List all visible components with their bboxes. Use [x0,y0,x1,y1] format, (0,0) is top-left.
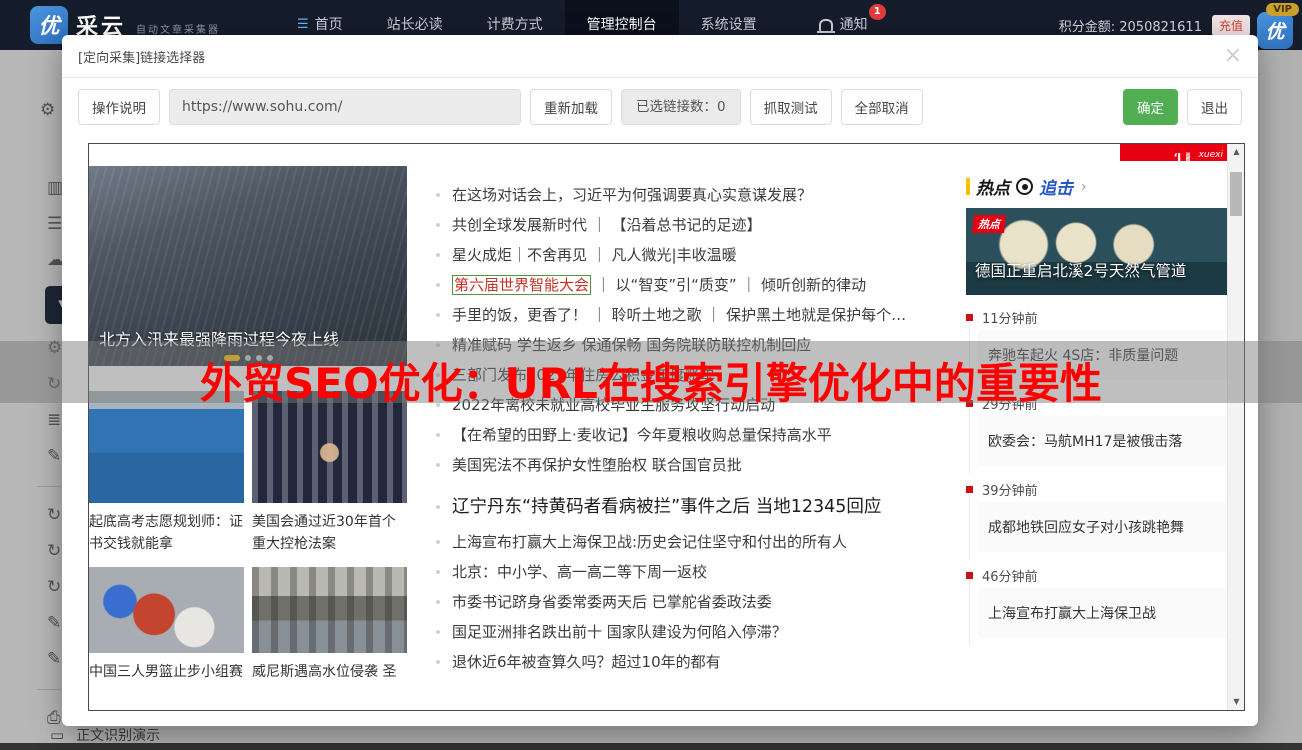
photo-caption: 威尼斯遇高水位侵袭 圣 [252,661,407,683]
photo-card[interactable]: 美国会通过近30年首个重大控枪法案 [252,391,407,555]
target-icon [1016,178,1033,195]
hot-section-header[interactable]: 热点 追击 › [966,174,1228,199]
venice-image [252,567,407,653]
chevron-right-icon: › [1081,179,1087,195]
timeline-bullet-icon [966,486,973,493]
hot-lead-story[interactable]: 热点 德国正重启北溪2号天然气管道 [966,208,1228,295]
navbar-right: 积分金额: 2050821611 充值 [1059,15,1250,36]
hot-item-time: 46分钟前 [982,566,1038,585]
hot-lead-title: 德国正重启北溪2号天然气管道 [975,259,1186,281]
timeline-bullet-icon [966,314,973,321]
grab-test-button[interactable]: 抓取测试 [750,89,832,125]
photo-card[interactable]: 中国三人男篮止步小组赛 [89,567,244,683]
hot-item-time: 39分钟前 [982,480,1038,499]
news-headline[interactable]: 星火成炬｜不舍再见 ｜ 凡人微光|丰收温暖 [434,240,969,270]
vip-corner-logo[interactable]: 优 VIP [1257,3,1299,49]
photo-grid-row: 中国三人男篮止步小组赛威尼斯遇高水位侵袭 圣 [89,567,407,683]
webview-scrollbar[interactable]: ▲ ▼ [1227,144,1244,710]
hot-item-title[interactable]: 上海宣布打赢大上海保卫战 [978,588,1228,638]
scroll-up-arrow[interactable]: ▲ [1228,144,1245,160]
brand-tagline: 自动文章采集器 [136,21,220,36]
hot-item-time-row: 11分钟前 [966,307,1228,327]
close-icon[interactable]: × [1224,45,1242,67]
photo-caption: 中国三人男篮止步小组赛 [89,661,244,683]
timeline-bullet-icon [966,572,973,579]
hot-item-time-row: 39分钟前 [966,479,1228,499]
banner-text: xuexi [1199,150,1223,160]
photo-caption: 美国会通过近30年首个重大控枪法案 [252,511,407,555]
photo-column: 北方入汛来最强降雨过程今夜上线 起底高考志愿规划师：证书交钱就能拿美国会通过近3… [89,166,407,683]
photo-card[interactable]: 起底高考志愿规划师：证书交钱就能拿 [89,391,244,555]
corner-app-logo-icon: 优 [1257,12,1293,49]
banner-fragment: ʻJ ∦ [1173,151,1190,161]
hot-timeline-item: 46分钟前上海宣布打赢大上海保卫战 [966,565,1228,638]
cancel-all-button[interactable]: 全部取消 [841,89,923,125]
watermark-text: 外贸SEO优化：URL在搜索引擎优化中的重要性 [200,350,1102,411]
hot-title-right: 追击 [1039,174,1073,199]
top-ad-banner[interactable]: ʻJ ∦ xuexi [1120,144,1227,161]
section-accent-bar [966,178,970,195]
modal-header: [定向采集]链接选择器 × [62,35,1258,78]
hot-item-title[interactable]: 欧委会：马航MH17是被俄击落 [978,416,1228,466]
photo-card[interactable]: 威尼斯遇高水位侵袭 圣 [252,567,407,683]
help-button[interactable]: 操作说明 [78,89,160,125]
news-headline[interactable]: 上海宣布打赢大上海保卫战:历史会记住坚守和付出的所有人 [434,527,969,557]
news-headline[interactable]: 共创全球发展新时代 ｜ 【沿着总书记的足迹】 [434,210,969,240]
hot-item-title[interactable]: 成都地铁回应女子对小孩跳艳舞 [978,502,1228,552]
photo-grid-row: 起底高考志愿规划师：证书交钱就能拿美国会通过近30年首个重大控枪法案 [89,391,407,555]
hot-badge: 热点 [972,215,1006,233]
news-headline[interactable]: 第六届世界智能大会 ｜ 以“智变”引“质变” ｜ 倾听创新的律动 [434,270,969,300]
photo-caption: 起底高考志愿规划师：证书交钱就能拿 [89,511,244,555]
news-headline[interactable]: 手里的饭，更香了！ ｜ 聆听土地之歌 ｜ 保护黑土地就是保护每个… [434,300,969,330]
hot-news-column: 热点 追击 › 热点 德国正重启北溪2号天然气管道 11分钟前奔驰车起火 4S店… [966,174,1228,651]
news-headline[interactable]: 辽宁丹东“持黄码者看病被拦”事件之后 当地12345回应 [434,487,969,527]
recharge-button[interactable]: 充值 [1212,15,1250,36]
news-headline[interactable]: 北京：中小学、高一高二等下周一返校 [434,557,969,587]
news-headline[interactable]: 美国宪法不再保护女性堕胎权 联合国官员批 [434,450,969,480]
hot-item-time-row: 46分钟前 [966,565,1228,585]
modal-title: [定向采集]链接选择器 [78,47,205,66]
url-input[interactable] [169,89,521,125]
news-headline[interactable]: 在这场对话会上，习近平为何强调要真心实意谋发展？ [434,180,969,210]
news-headline[interactable]: 【在希望的田野上·麦收记】今年夏粮收购总量保持高水平 [434,420,969,450]
hot-timeline-item: 39分钟前成都地铁回应女子对小孩跳艳舞 [966,479,1228,552]
reload-button[interactable]: 重新加载 [530,89,612,125]
scrollbar-thumb[interactable] [1230,172,1242,216]
confirm-button[interactable]: 确定 [1123,89,1178,125]
scroll-down-arrow[interactable]: ▼ [1228,694,1245,710]
embedded-webpage: ʻJ ∦ xuexi 北方入汛来最强降雨过程今夜上线 起底高考志愿规划师：证书交… [88,143,1245,711]
hero-carousel[interactable]: 北方入汛来最强降雨过程今夜上线 [89,166,407,366]
hot-title-left: 热点 [976,174,1010,199]
notification-badge: 1 [869,4,886,20]
news-headline[interactable]: 国足亚洲排名跌出前十 国家队建设为何陷入停滞？ [434,617,969,647]
modal-toolbar: 操作说明 重新加载 已选链接数：0 抓取测试 全部取消 确定 退出 [62,78,1258,136]
vip-badge: VIP [1266,3,1299,16]
selected-count: 已选链接数：0 [621,89,741,125]
news-headline-list: 在这场对话会上，习近平为何强调要真心实意谋发展？共创全球发展新时代 ｜ 【沿着总… [434,180,969,677]
app-root: 优 采云 自动文章采集器 ☰首页站长必读计费方式管理控制台系统设置 通知 1 积… [0,0,1302,750]
credit-balance: 积分金额: 2050821611 [1059,16,1202,35]
news-headline[interactable]: 退休近6年被查算久吗？超过10年的都有 [434,647,969,677]
news-headline[interactable]: 市委书记跻身省委常委两天后 已掌舵省委政法委 [434,587,969,617]
selected-link-highlight[interactable]: 第六届世界智能大会 [452,275,591,295]
bell-icon [819,19,833,31]
basketball-image [89,567,244,653]
exit-button[interactable]: 退出 [1187,89,1242,125]
hot-item-time: 11分钟前 [982,308,1038,327]
